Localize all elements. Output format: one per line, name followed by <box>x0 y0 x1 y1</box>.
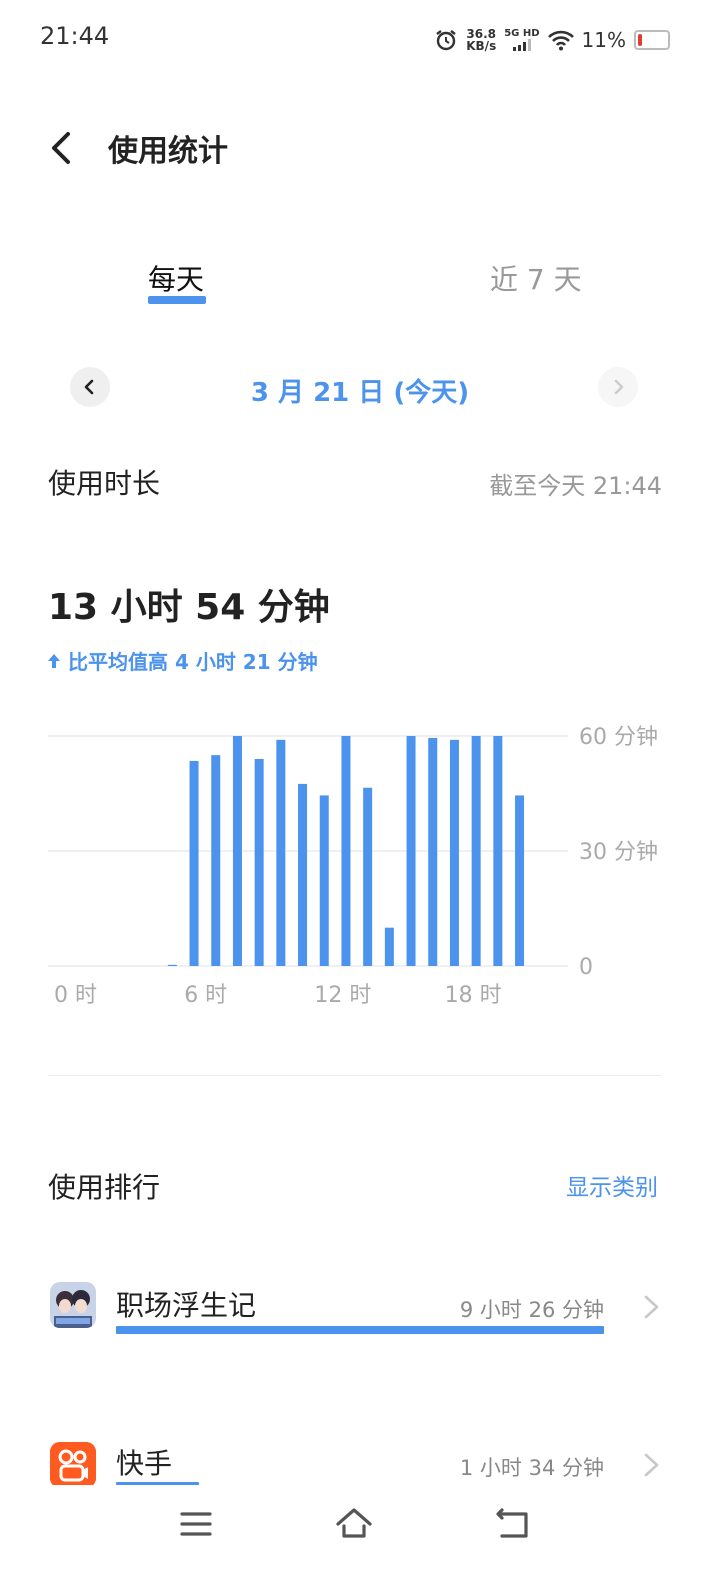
chart-bar <box>471 736 481 966</box>
show-category-link[interactable]: 显示类别 <box>566 1168 658 1202</box>
network-type: 5G HD <box>504 28 540 39</box>
home-icon <box>336 1508 372 1538</box>
battery-percent: 11% <box>581 28 626 52</box>
page-title: 使用统计 <box>108 134 228 169</box>
chart-bar <box>363 787 373 966</box>
app-name[interactable]: 快手 <box>116 1442 172 1482</box>
menu-icon <box>180 1512 212 1536</box>
app-icon-kuaishou <box>50 1442 96 1488</box>
x-tick-label: 18 时 <box>445 983 502 1008</box>
y-tick-label: 0 <box>579 955 593 980</box>
next-day-button[interactable] <box>598 367 638 407</box>
chart-bar <box>515 795 525 966</box>
app-usage-bar <box>116 1326 604 1334</box>
usage-ranking-title: 使用排行 <box>48 1171 161 1204</box>
arrow-up-icon <box>48 653 60 668</box>
x-tick-label: 0 时 <box>54 983 97 1008</box>
signal-icon <box>512 39 531 51</box>
usage-duration-title: 使用时长 <box>48 467 161 500</box>
app-usage-time: 1 小时 34 分钟 <box>459 1456 604 1480</box>
chevron-left-icon <box>52 132 70 164</box>
x-tick-label: 12 时 <box>314 983 371 1008</box>
battery-icon <box>634 30 670 50</box>
chart-bar <box>189 760 199 966</box>
app-usage-time: 9 小时 26 分钟 <box>459 1298 604 1322</box>
y-tick-label: 30 分钟 <box>579 840 658 865</box>
chart-bar <box>211 755 221 966</box>
chart-bar <box>232 736 242 966</box>
total-usage-time: 13 小时 54 分钟 <box>48 587 330 628</box>
chevron-right-icon <box>614 379 624 395</box>
chevron-right-icon <box>644 1453 659 1477</box>
signal-group: 5G HD <box>504 28 540 51</box>
alarm-icon <box>436 30 456 51</box>
chart-bar <box>319 795 329 966</box>
app-detail-button[interactable] <box>640 1450 664 1480</box>
chart-bar <box>493 736 503 966</box>
system-back-button[interactable] <box>488 1500 536 1548</box>
app-detail-button[interactable] <box>640 1292 664 1322</box>
chart-bar <box>449 739 459 966</box>
y-tick-label: 60 分钟 <box>579 725 658 750</box>
compare-average: 比平均值高 4 小时 21 分钟 <box>46 646 318 675</box>
wifi-icon <box>547 30 574 51</box>
section-divider <box>48 1075 662 1076</box>
app-name[interactable]: 职场浮生记 <box>116 1284 256 1324</box>
hourly-usage-chart: 60 分钟 30 分钟 0 0 时 6 时 12 时 18 时 <box>48 725 658 1008</box>
x-tick-label: 6 时 <box>184 983 227 1008</box>
back-arrow-icon <box>496 1508 528 1538</box>
chart-bar <box>384 927 394 966</box>
back-button[interactable] <box>40 124 88 172</box>
chevron-right-icon <box>644 1295 659 1319</box>
menu-button[interactable] <box>172 1500 220 1548</box>
app-icon-workplace-game <box>50 1282 96 1328</box>
tab-daily[interactable]: 每天 <box>148 258 204 298</box>
status-time: 21:44 <box>40 22 110 50</box>
tab-last-7-days[interactable]: 近 7 天 <box>490 258 582 298</box>
chart-bar <box>428 737 438 966</box>
net-speed: 36.8 KB/s <box>466 27 497 53</box>
status-icons: 36.8 KB/s 5G HD 11% <box>434 24 670 56</box>
home-button[interactable] <box>330 1500 378 1548</box>
chart-bar <box>406 736 416 966</box>
tab-active-indicator <box>148 296 206 304</box>
chart-bar <box>276 739 286 966</box>
compare-text: 比平均值高 4 小时 21 分钟 <box>68 650 318 674</box>
chart-bar <box>341 736 351 966</box>
chart-bar <box>254 759 264 966</box>
as-of-time: 截至今天 21:44 <box>489 472 662 500</box>
chart-bar <box>167 964 177 966</box>
chart-bar <box>298 783 308 966</box>
